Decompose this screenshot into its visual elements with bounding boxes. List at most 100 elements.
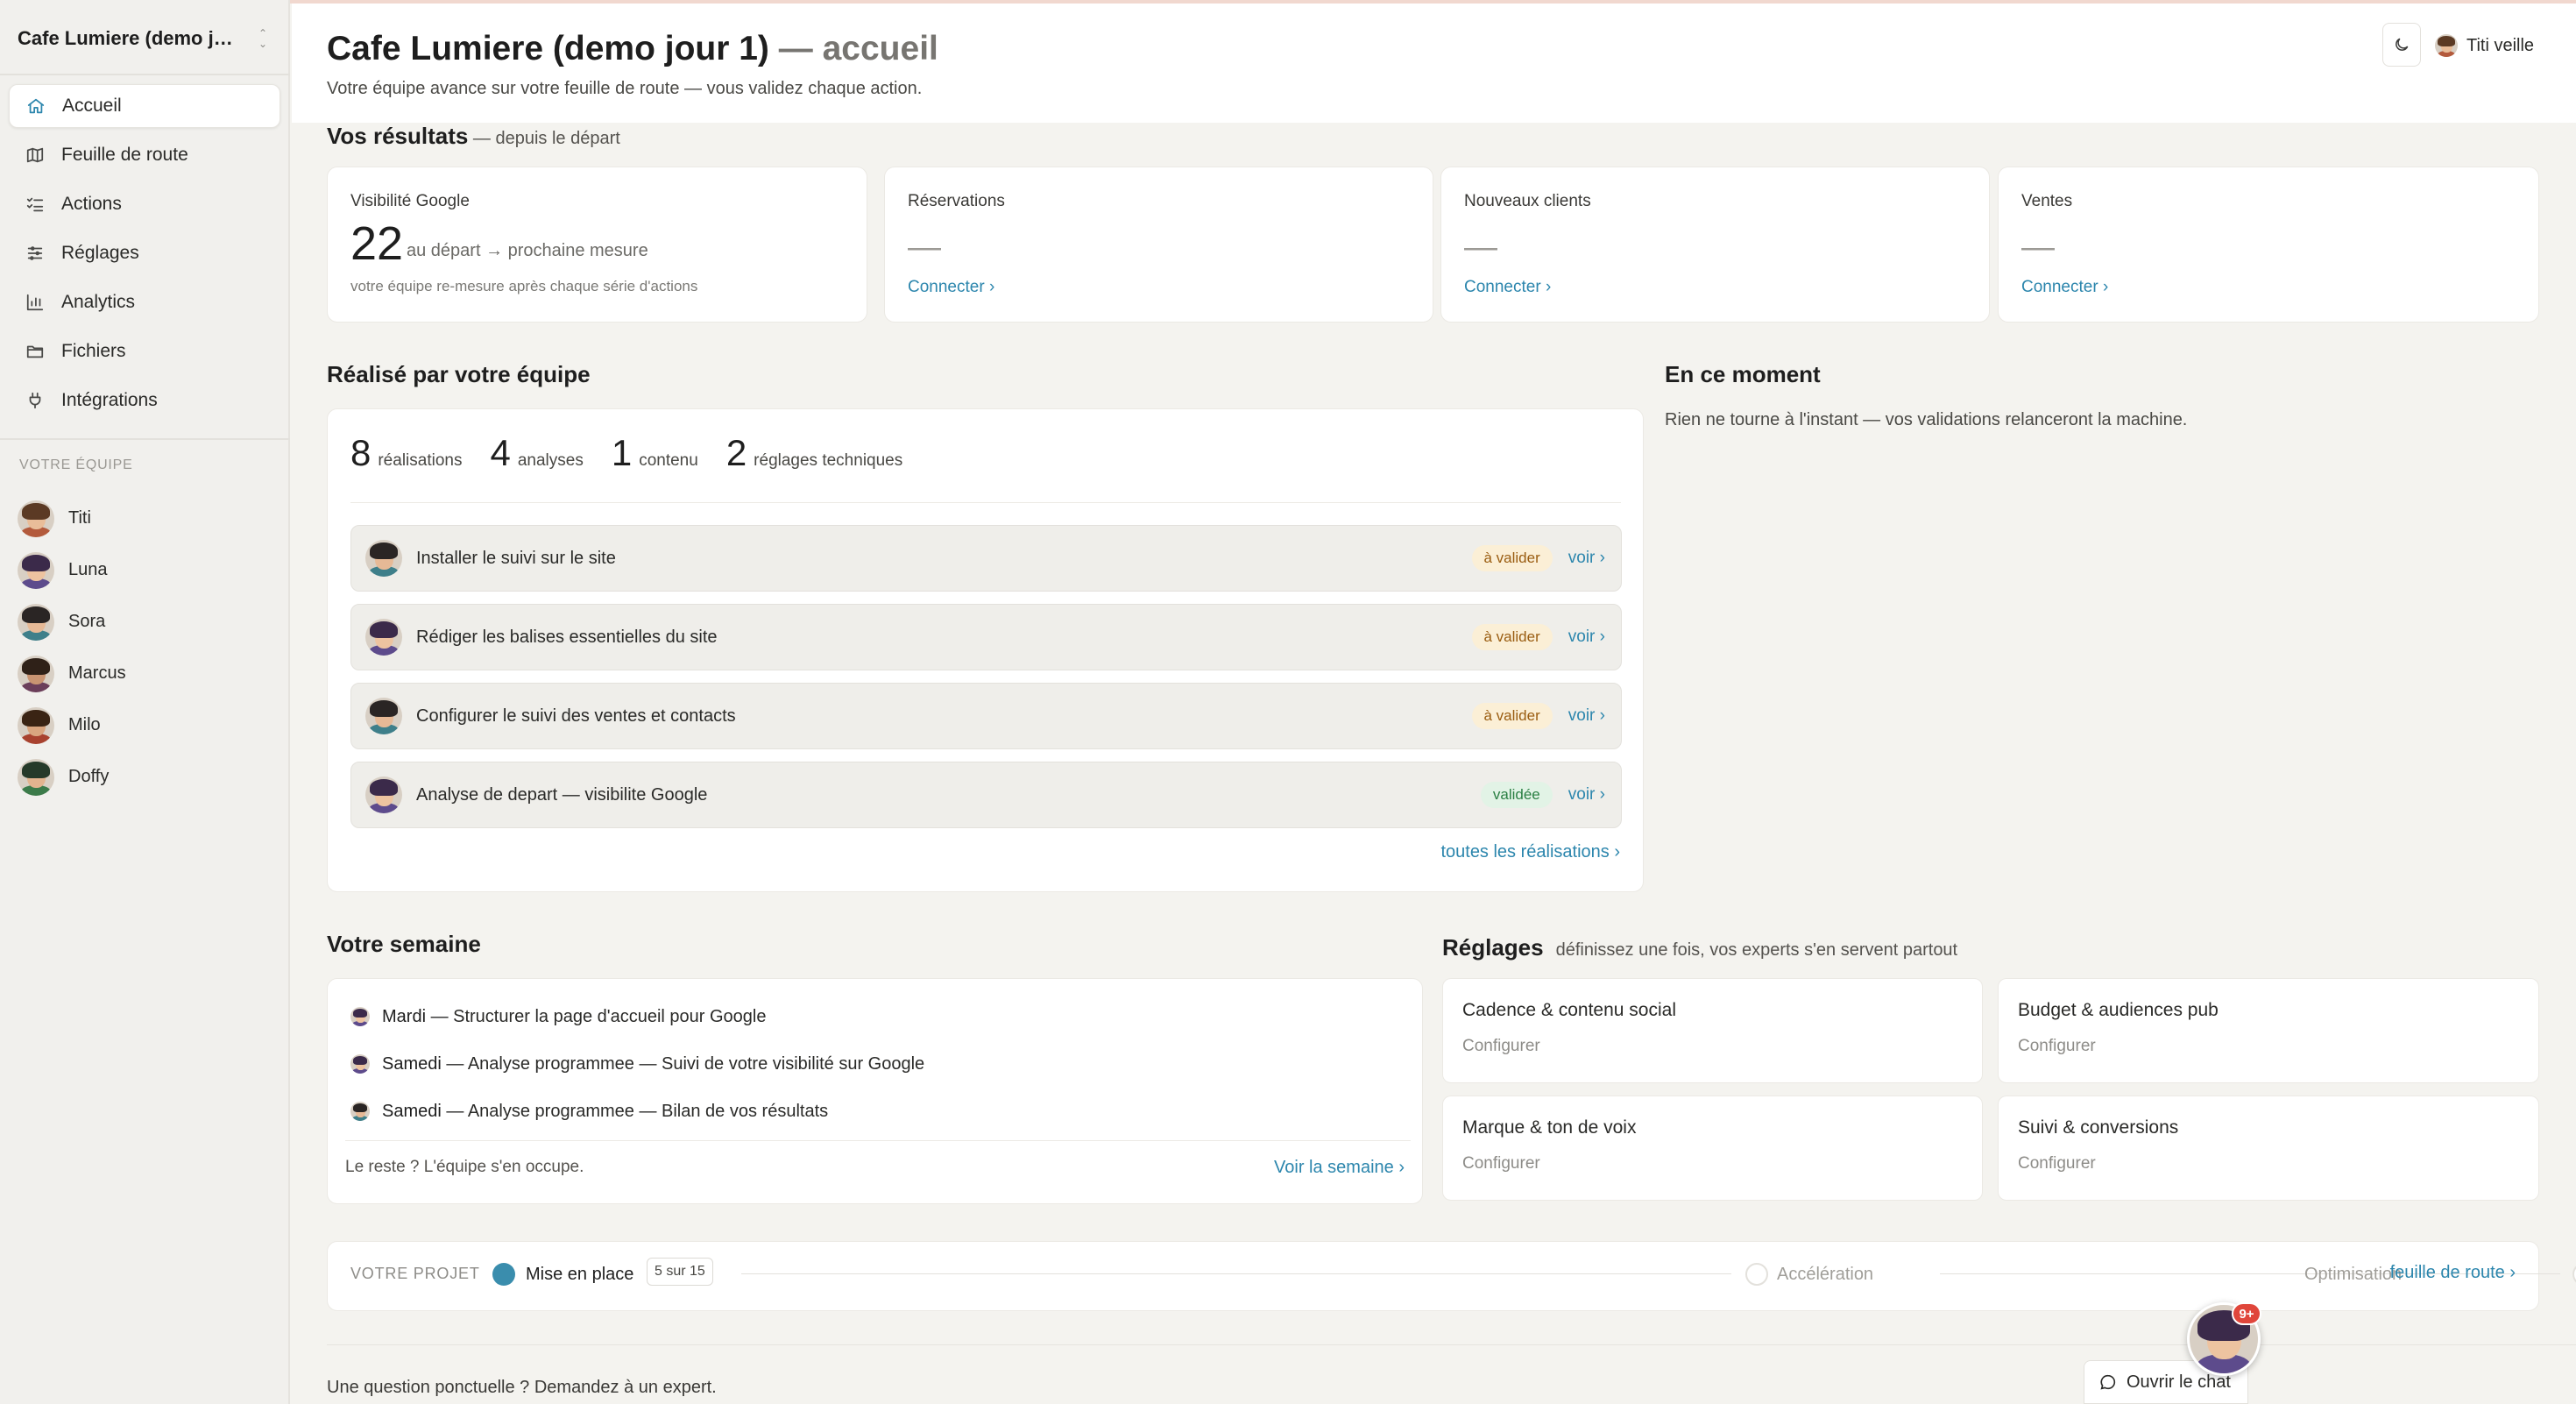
team-member-luna[interactable]: Luna [18,544,280,596]
kpi-value: — [1464,229,1497,266]
connect-link[interactable]: Connecter › [1464,278,1551,297]
task-label: Analyse de depart — visibilite Google [416,784,708,805]
week-item-text: Samedi — Analyse programmee — Bilan de v… [382,1102,828,1122]
bar-chart-icon [25,292,46,313]
avatar-hair [22,502,50,520]
sidebar-item-actions[interactable]: Actions [9,182,280,226]
ask-expert-text: Une question ponctuelle ? Demandez à un … [327,1378,717,1397]
avatar [2435,34,2458,57]
kpi-label: Visibilité Google [350,192,470,210]
avatar-hair [22,657,50,675]
project-label: VOTRE PROJET [350,1265,480,1282]
status-badge: à valider [1471,703,1553,729]
realised-section-title: Réalisé par votre équipe [327,361,591,387]
stat-label: réalisations [378,451,463,470]
stat-number: 1 [611,432,633,473]
sidebar-item-reglages[interactable]: Réglages [9,231,280,275]
folder-icon [25,341,46,362]
settings-card-title: Suivi & conversions [2018,1117,2179,1138]
view-link[interactable]: voir › [1568,628,1605,647]
week-item: Mardi — Structurer la page d'accueil pou… [350,1003,767,1030]
team-member-titi[interactable]: Titi [18,493,280,544]
divider [350,502,1621,503]
configure-link[interactable]: Configurer [2018,1037,2096,1056]
settings-subtitle: définissez une fois, vos experts s'en se… [1555,940,1958,960]
sidebar-nav: Accueil Feuille de route Actions Réglage… [9,84,280,428]
phase-name: Accélération [1777,1265,1874,1284]
roadmap-link[interactable]: feuille de route › [2390,1263,2516,1283]
chat-bubble-icon [2100,1374,2116,1390]
view-link[interactable]: voir › [1568,549,1605,568]
realised-stats: 8 réalisations 4 analyses 1 contenu 2 réglag… [350,432,931,474]
team-member-doffy[interactable]: Doffy [18,751,280,803]
phase-connector [741,1273,1731,1274]
week-item-day: Samedi [382,1053,442,1074]
kpi-label: Réservations [908,192,1005,210]
sidebar-item-label: Actions [61,194,122,214]
connect-link[interactable]: Connecter › [2021,278,2108,297]
all-realisations-link[interactable]: toutes les réalisations › [1440,842,1620,862]
sidebar-item-fichiers[interactable]: Fichiers [9,330,280,373]
phase-dot [1745,1263,1768,1286]
stat-realisations: 8 réalisations [350,432,462,474]
settings-card-budget[interactable]: Budget & audiences pub Configurer [1998,978,2539,1083]
view-link[interactable]: voir › [1568,706,1605,726]
sidebar-item-integrations[interactable]: Intégrations [9,379,280,422]
sidebar-item-accueil[interactable]: Accueil [9,84,280,128]
workspace-switcher[interactable]: Cafe Lumiere (demo jou… ⌃ ⌄ [18,21,272,56]
kpi-label: Nouveaux clients [1464,192,1591,210]
phase-active-dot [492,1263,515,1286]
now-empty-text: Rien ne tourne à l'instant — vos validat… [1665,410,2188,429]
theme-toggle-button[interactable] [2382,23,2421,67]
team-member-marcus[interactable]: Marcus [18,648,280,699]
sidebar-item-label: Analytics [61,292,136,312]
avatar-hair [352,1103,368,1112]
week-section-title: Votre semaine [327,931,481,957]
sidebar-item-label: Intégrations [61,390,158,410]
stat-number: 8 [350,432,372,473]
status-badge: à valider [1471,545,1553,571]
notification-badge: 9+ [2232,1302,2261,1325]
team-section-title: VOTRE ÉQUIPE [19,457,133,472]
sidebar-item-feuille-de-route[interactable]: Feuille de route [9,133,280,177]
task-row[interactable]: Rédiger les balises essentielles du site… [350,604,1622,670]
see-week-link[interactable]: Voir la semaine › [1274,1158,1405,1178]
stat-analyses: 4 analyses [490,432,583,474]
task-row[interactable]: Analyse de depart — visibilite Google va… [350,762,1622,828]
settings-card-suivi[interactable]: Suivi & conversions Configurer [1998,1096,2539,1201]
connect-link[interactable]: Connecter › [908,278,994,297]
user-menu[interactable]: Titi veille [2435,30,2534,61]
task-row[interactable]: Installer le suivi sur le site à valider… [350,525,1622,592]
realised-card: 8 réalisations 4 analyses 1 contenu 2 réglag… [327,408,1644,892]
project-progress-card: VOTRE PROJET Mise en place 5 sur 15 Accé… [327,1241,2576,1311]
week-item-text: Samedi — Analyse programmee — Suivi de v… [382,1054,924,1074]
configure-link[interactable]: Configurer [1462,1154,1540,1174]
week-item-desc: — Analyse programmee — Suivi de votre vi… [441,1053,925,1074]
sidebar-item-analytics[interactable]: Analytics [9,280,280,324]
settings-card-cadence[interactable]: Cadence & contenu social Configurer [1442,978,1983,1083]
task-row[interactable]: Configurer le suivi des ventes et contac… [350,683,1622,749]
view-link[interactable]: voir › [1568,785,1605,805]
avatar-hair [370,700,398,718]
settings-card-title: Budget & audiences pub [2018,1000,2219,1020]
team-list: Titi Luna Sora Marcus Milo Doffy [18,493,280,803]
avatar [18,500,54,537]
moon-icon [2396,38,2409,51]
settings-card-marque[interactable]: Marque & ton de voix Configurer [1442,1096,1983,1201]
week-footer-text: Le reste ? L'équipe s'en occupe. [345,1158,584,1176]
main-content: Cafe Lumiere (demo jour 1) — accueil Vot… [292,4,2576,1404]
workspace-name: Cafe Lumiere (demo jou… [18,27,244,49]
phase-dot [2572,1263,2576,1286]
stat-number: 2 [725,432,747,473]
team-member-sora[interactable]: Sora [18,596,280,648]
avatar [365,540,402,577]
page-title-suffix: — accueil [768,30,938,67]
team-member-milo[interactable]: Milo [18,699,280,751]
week-item-desc: — Structurer la page d'accueil pour Goog… [426,1006,767,1026]
settings-title: Réglages [1442,934,1544,961]
configure-link[interactable]: Configurer [2018,1154,2096,1174]
kpi-value: — [2021,229,2055,266]
avatar-hair [22,554,50,571]
sidebar-item-label: Feuille de route [61,145,188,165]
configure-link[interactable]: Configurer [1462,1037,1540,1056]
